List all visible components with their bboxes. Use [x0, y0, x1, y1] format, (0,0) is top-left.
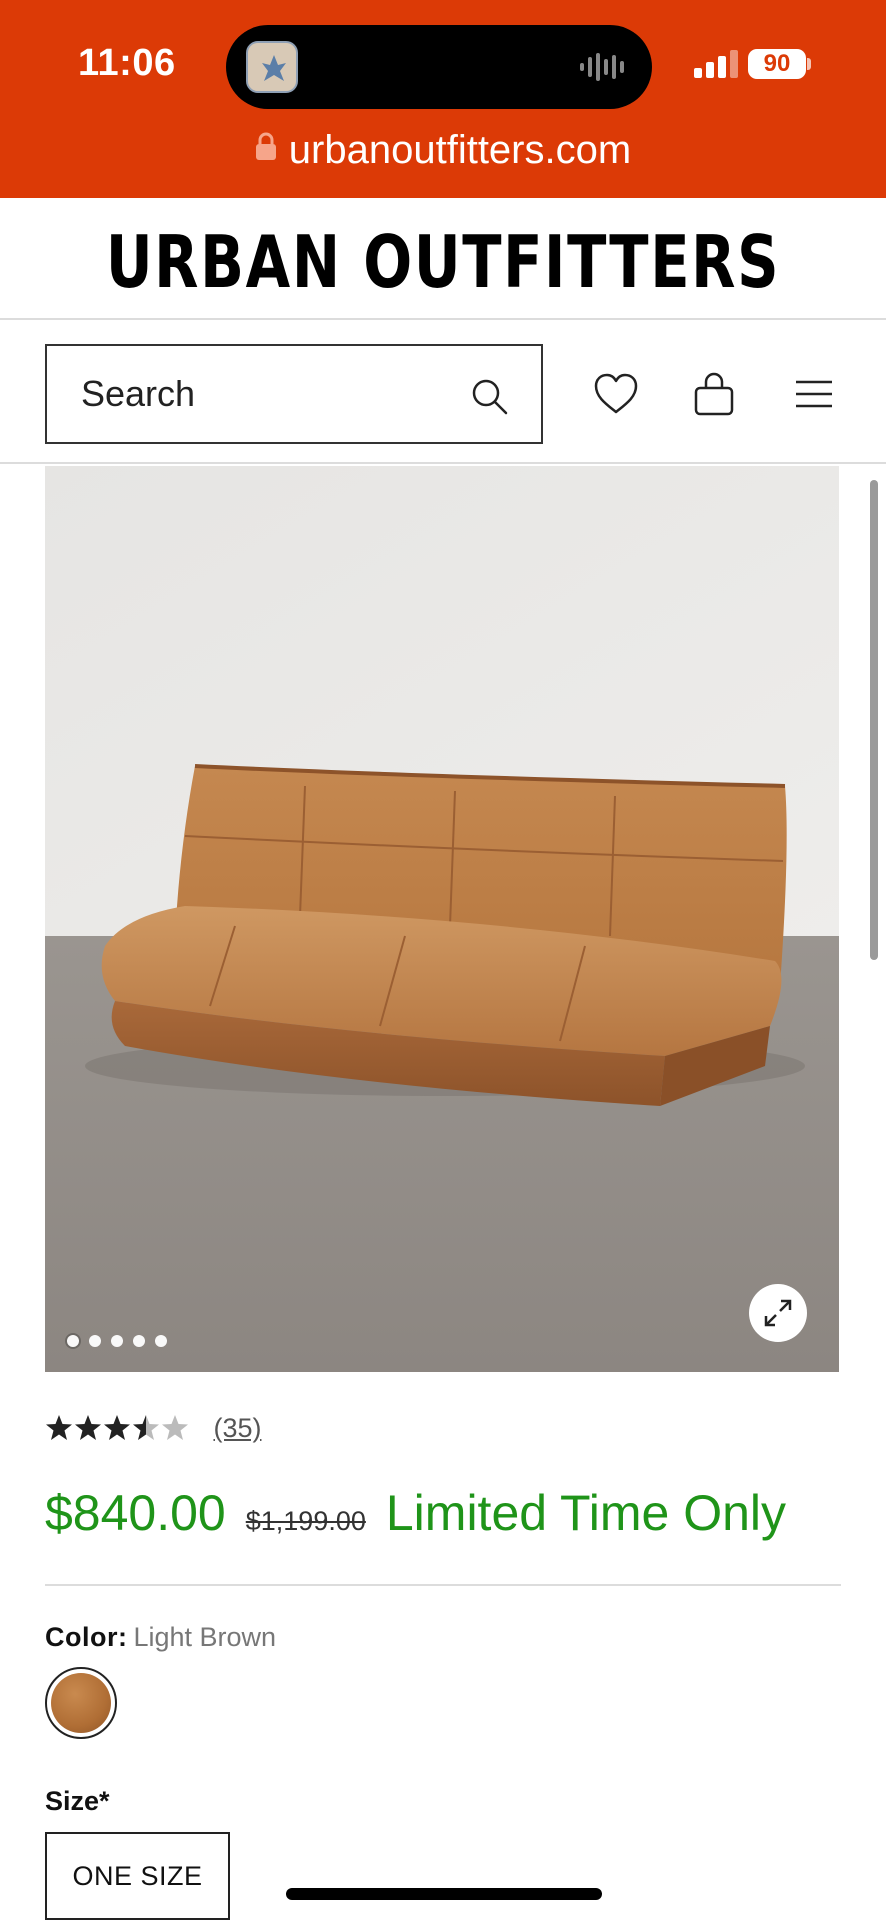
shopping-bag-icon[interactable]	[690, 370, 738, 418]
site-header: URBAN OUTFITTERS	[0, 198, 886, 320]
lock-icon	[255, 132, 276, 161]
product-photo	[45, 466, 839, 1372]
signal-icon	[694, 50, 738, 78]
audio-waveform-icon	[580, 53, 624, 81]
heart-icon[interactable]	[592, 370, 640, 418]
color-label-key: Color:	[45, 1622, 128, 1652]
product-image-carousel[interactable]	[45, 466, 839, 1372]
clock: 11:06	[78, 42, 176, 84]
carousel-dot[interactable]	[67, 1335, 79, 1347]
expand-icon	[764, 1299, 792, 1327]
dynamic-island[interactable]	[226, 25, 652, 109]
original-price: $1,199.00	[245, 1506, 366, 1536]
color-value: Light Brown	[133, 1622, 277, 1652]
sale-price: $840.00	[45, 1485, 226, 1541]
search-icon[interactable]	[469, 376, 509, 416]
page-scrollbar[interactable]	[870, 480, 878, 960]
carousel-pagination	[67, 1334, 177, 1348]
size-option-button[interactable]: ONE SIZE	[45, 1832, 230, 1920]
battery-icon: 90	[748, 49, 806, 79]
carousel-dot[interactable]	[111, 1335, 123, 1347]
promo-text: Limited Time Only	[385, 1485, 786, 1541]
review-count-link[interactable]: (35)	[213, 1413, 261, 1444]
color-label: Color: Light Brown	[45, 1622, 276, 1653]
menu-icon[interactable]	[790, 370, 838, 418]
search-nav-bar	[0, 322, 886, 464]
carousel-dot[interactable]	[133, 1335, 145, 1347]
battery-cap	[807, 58, 811, 70]
search-box[interactable]	[45, 344, 543, 444]
status-bar: 11:06 90 urbanoutfitters.com	[0, 0, 886, 198]
now-playing-thumbnail	[246, 41, 298, 93]
carousel-dot[interactable]	[155, 1335, 167, 1347]
url-bar[interactable]: urbanoutfitters.com	[0, 126, 886, 176]
url-text: urbanoutfitters.com	[288, 127, 632, 172]
search-input[interactable]	[47, 346, 467, 442]
home-indicator[interactable]	[286, 1888, 602, 1900]
product-rating[interactable]: (35)	[45, 1413, 261, 1453]
swatch-fill	[51, 1673, 111, 1733]
carousel-dot[interactable]	[89, 1335, 101, 1347]
expand-image-button[interactable]	[749, 1284, 807, 1342]
size-label: Size*	[45, 1786, 110, 1816]
color-swatch-light-brown[interactable]	[45, 1667, 117, 1739]
star-rating-icon	[46, 1414, 188, 1440]
site-logo[interactable]: URBAN OUTFITTERS	[89, 220, 798, 304]
price-block: $840.00 $1,199.00 Limited Time Only	[45, 1484, 786, 1544]
section-divider	[45, 1584, 841, 1586]
